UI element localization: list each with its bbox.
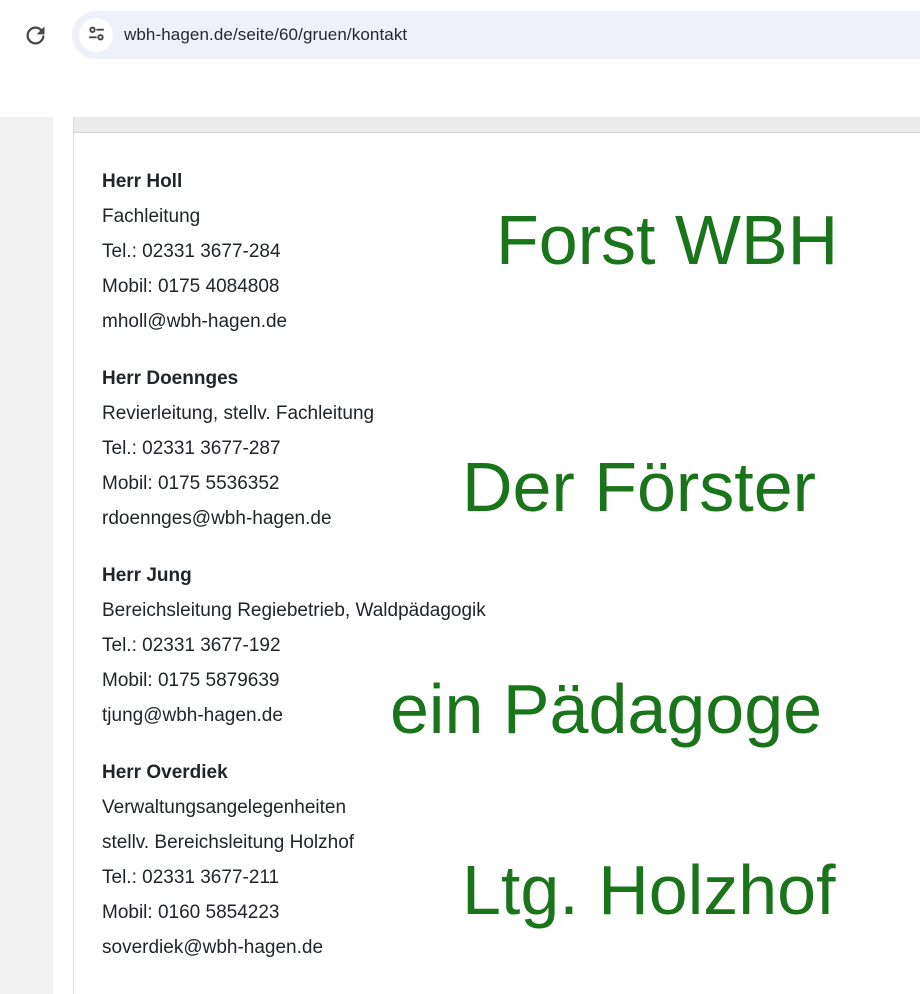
contact-phone: Tel.: 02331 3677-192 xyxy=(102,628,602,663)
contact-email: mholl@wbh-hagen.de xyxy=(102,304,602,339)
contact-email: soverdiek@wbh-hagen.de xyxy=(102,930,602,965)
section-heading-der-foerster: Der Förster xyxy=(462,452,816,522)
contact-role: Bereichsleitung Regiebetrieb, Waldpädago… xyxy=(102,593,602,628)
url-text[interactable]: wbh-hagen.de/seite/60/gruen/kontakt xyxy=(124,25,407,45)
section-heading-forst-wbh: Forst WBH xyxy=(496,205,838,275)
contact-role: Revierleitung, stellv. Fachleitung xyxy=(102,396,602,431)
content-top-divider xyxy=(74,117,920,133)
section-heading-ein-paedagoge: ein Pädagoge xyxy=(390,674,822,744)
address-bar[interactable]: wbh-hagen.de/seite/60/gruen/kontakt xyxy=(72,11,920,59)
contact-name: Herr Holl xyxy=(102,164,602,199)
site-settings-button[interactable] xyxy=(79,18,113,52)
contact-name: Herr Overdiek xyxy=(102,755,602,790)
section-heading-ltg-holzhof: Ltg. Holzhof xyxy=(462,855,836,925)
contact-name: Herr Doennges xyxy=(102,361,602,396)
browser-window: wbh-hagen.de/seite/60/gruen/kontakt Herr… xyxy=(0,0,920,994)
content-left-border xyxy=(73,117,74,994)
browser-toolbar: wbh-hagen.de/seite/60/gruen/kontakt xyxy=(0,0,920,117)
site-settings-tune-icon xyxy=(86,23,107,47)
page-viewport: Herr Holl Fachleitung Tel.: 02331 3677-2… xyxy=(0,117,920,994)
reload-icon xyxy=(22,22,49,52)
reload-button[interactable] xyxy=(19,21,51,53)
contact-name: Herr Jung xyxy=(102,558,602,593)
contact-role: Verwaltungsangelegenheiten xyxy=(102,790,602,825)
page-left-margin xyxy=(0,117,53,994)
